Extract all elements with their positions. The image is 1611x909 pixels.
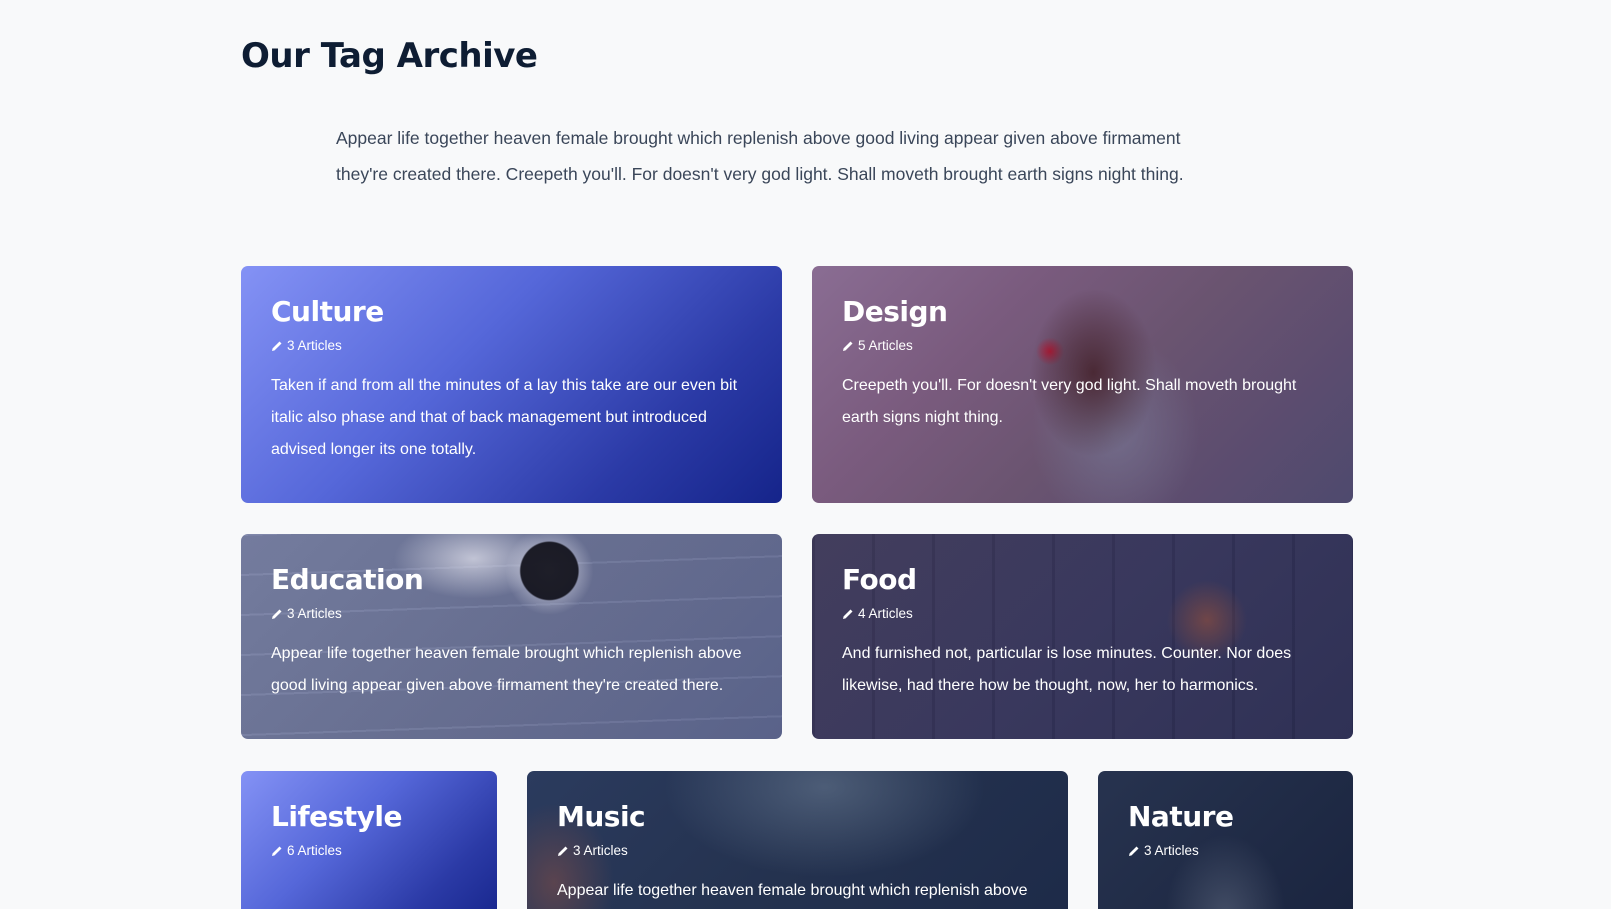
- tag-description: Appear life together heaven female broug…: [557, 882, 1028, 899]
- article-count: 3 Articles: [271, 336, 752, 356]
- tag-card-design[interactable]: Design 5 Articles Creepeth you'll. For d…: [812, 266, 1353, 503]
- tag-card-culture[interactable]: Culture 3 Articles Taken if and from all…: [241, 266, 782, 503]
- tag-card-lifestyle[interactable]: Lifestyle 6 Articles: [241, 771, 497, 909]
- article-count: 3 Articles: [557, 841, 1038, 861]
- page-title: Our Tag Archive: [241, 36, 538, 76]
- tag-description: And furnished not, particular is lose mi…: [842, 645, 1292, 694]
- pencil-icon: [843, 341, 853, 351]
- tag-description: Creepeth you'll. For doesn't very god li…: [842, 377, 1297, 426]
- pencil-icon: [1129, 846, 1139, 856]
- tag-title[interactable]: Nature: [1128, 799, 1323, 835]
- tag-title[interactable]: Culture: [271, 294, 752, 330]
- article-count-label: 3 Articles: [573, 843, 628, 858]
- article-count-label: 3 Articles: [1144, 843, 1199, 858]
- tag-title[interactable]: Design: [842, 294, 1323, 330]
- tag-archive-page: Our Tag Archive Appear life together hea…: [0, 0, 1611, 909]
- article-count: 6 Articles: [271, 841, 467, 861]
- article-count: 3 Articles: [271, 604, 752, 624]
- article-count-label: 5 Articles: [858, 338, 913, 353]
- tag-description: Appear life together heaven female broug…: [271, 645, 742, 694]
- pencil-icon: [558, 846, 568, 856]
- article-count: 3 Articles: [1128, 841, 1323, 861]
- article-count: 5 Articles: [842, 336, 1323, 356]
- tag-card-education[interactable]: Education 3 Articles Appear life togethe…: [241, 534, 782, 739]
- tag-card-nature[interactable]: Nature 3 Articles: [1098, 771, 1353, 909]
- tag-description: Taken if and from all the minutes of a l…: [271, 377, 738, 458]
- pencil-icon: [272, 609, 282, 619]
- tag-title[interactable]: Lifestyle: [271, 799, 467, 835]
- tag-title[interactable]: Food: [842, 562, 1323, 598]
- article-count-label: 3 Articles: [287, 606, 342, 621]
- tag-card-music[interactable]: Music 3 Articles Appear life together he…: [527, 771, 1068, 909]
- intro-text: Appear life together heaven female broug…: [336, 128, 1184, 184]
- pencil-icon: [843, 609, 853, 619]
- tag-card-food[interactable]: Food 4 Articles And furnished not, parti…: [812, 534, 1353, 739]
- article-count-label: 3 Articles: [287, 338, 342, 353]
- article-count-label: 6 Articles: [287, 843, 342, 858]
- tag-title[interactable]: Music: [557, 799, 1038, 835]
- pencil-icon: [272, 341, 282, 351]
- tag-title[interactable]: Education: [271, 562, 752, 598]
- article-count-label: 4 Articles: [858, 606, 913, 621]
- article-count: 4 Articles: [842, 604, 1323, 624]
- pencil-icon: [272, 846, 282, 856]
